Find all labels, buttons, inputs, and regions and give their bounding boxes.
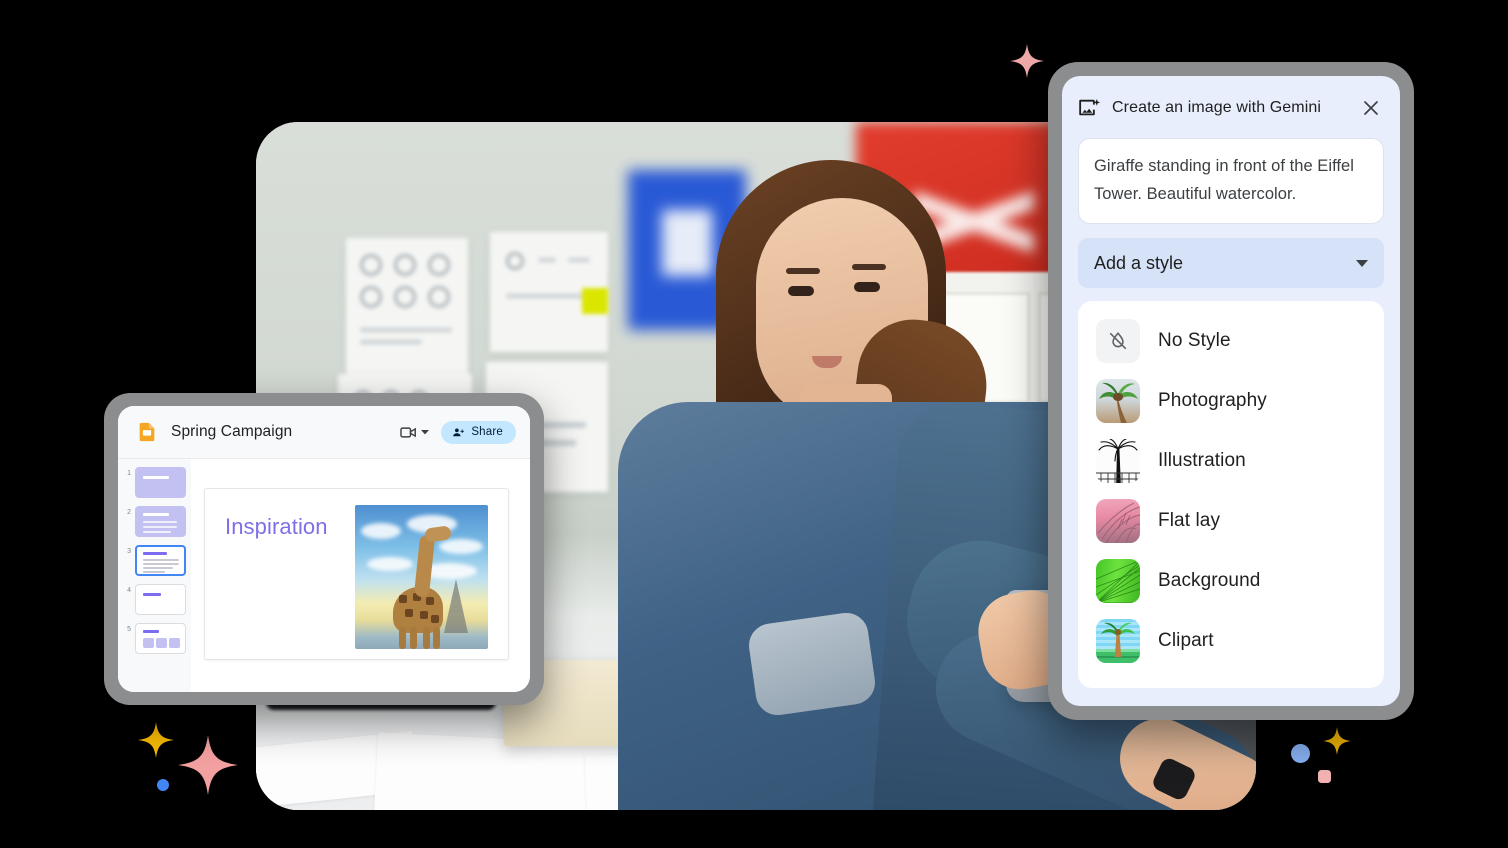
screenshot-stage: Spring Campaign Share 1 2 3 4 5 Inspirat… bbox=[0, 0, 1508, 848]
style-option-label: Background bbox=[1158, 570, 1261, 591]
blue-dot-right bbox=[1291, 744, 1310, 763]
gemini-panel-header: Create an image with Gemini bbox=[1078, 92, 1384, 124]
chevron-down-icon bbox=[1356, 259, 1368, 267]
palm-line-art-icon bbox=[1096, 439, 1140, 483]
slides-titlebar: Spring Campaign Share bbox=[118, 406, 530, 459]
slide-number: 2 bbox=[127, 509, 131, 516]
palm-clipart-icon bbox=[1096, 622, 1140, 663]
style-option-label: Illustration bbox=[1158, 450, 1246, 471]
filmstrip-slide-4[interactable]: 4 bbox=[118, 584, 186, 615]
style-option-illustration[interactable]: Illustration bbox=[1078, 431, 1384, 491]
present-button[interactable] bbox=[396, 420, 432, 445]
style-option-label: Clipart bbox=[1158, 630, 1214, 651]
gemini-image-panel: Create an image with Gemini Giraffe stan… bbox=[1048, 62, 1414, 720]
video-camera-icon bbox=[400, 426, 417, 438]
gemini-panel-title: Create an image with Gemini bbox=[1112, 99, 1322, 116]
style-option-background[interactable]: Background bbox=[1078, 551, 1384, 611]
slide-number: 5 bbox=[127, 626, 131, 633]
style-option-photography[interactable]: Photography bbox=[1078, 371, 1384, 431]
yellow-sparkle-left bbox=[138, 722, 174, 758]
slide-thumbnail[interactable] bbox=[135, 506, 186, 537]
add-a-style-label: Add a style bbox=[1094, 252, 1184, 273]
flat-lay-swatch bbox=[1096, 499, 1140, 543]
pink-sparkle-top bbox=[1010, 44, 1044, 78]
slide-thumbnail[interactable] bbox=[135, 467, 186, 498]
style-option-label: Flat lay bbox=[1158, 510, 1221, 531]
pink-sparkle-left-large bbox=[178, 735, 238, 795]
add-a-style-dropdown[interactable]: Add a style bbox=[1078, 238, 1384, 288]
filmstrip-slide-5[interactable]: 5 bbox=[118, 623, 186, 654]
style-option-label: Photography bbox=[1158, 390, 1267, 411]
filmstrip-slide-1[interactable]: 1 bbox=[118, 467, 186, 498]
water-drop-off-icon bbox=[1109, 331, 1127, 350]
prompt-input[interactable]: Giraffe standing in front of the Eiffel … bbox=[1078, 138, 1384, 224]
slide-canvas[interactable]: Inspiration bbox=[204, 487, 509, 660]
slide-thumbnail[interactable] bbox=[135, 623, 186, 654]
chevron-down-icon bbox=[421, 430, 430, 435]
slide-thumbnail-selected[interactable] bbox=[135, 545, 186, 576]
slide-number: 1 bbox=[127, 470, 131, 477]
generated-image[interactable] bbox=[355, 504, 488, 649]
slide-filmstrip[interactable]: 1 2 3 4 5 bbox=[118, 459, 191, 692]
slide-title-text[interactable]: Inspiration bbox=[225, 514, 328, 540]
illustration-swatch bbox=[1096, 439, 1140, 483]
document-title[interactable]: Spring Campaign bbox=[171, 423, 292, 441]
pink-dot-right bbox=[1318, 770, 1331, 783]
clipart-swatch bbox=[1096, 619, 1140, 663]
filmstrip-slide-3[interactable]: 3 bbox=[118, 545, 186, 576]
style-option-flat-lay[interactable]: Flat lay bbox=[1078, 491, 1384, 551]
share-button[interactable]: Share bbox=[441, 420, 516, 444]
google-slides-icon bbox=[139, 422, 155, 442]
image-sparkle-icon bbox=[1079, 98, 1101, 115]
style-options-list[interactable]: No Style Photography Illustration Flat l… bbox=[1078, 301, 1384, 688]
style-option-clipart[interactable]: Clipart bbox=[1078, 611, 1384, 671]
photography-swatch bbox=[1096, 379, 1140, 423]
person-add-icon bbox=[453, 427, 465, 436]
close-icon bbox=[1364, 101, 1378, 115]
background-swatch bbox=[1096, 559, 1140, 603]
style-option-label: No Style bbox=[1158, 330, 1231, 351]
slides-window: Spring Campaign Share 1 2 3 4 5 Inspirat… bbox=[104, 393, 544, 705]
slide-number: 3 bbox=[127, 548, 131, 555]
share-label: Share bbox=[471, 426, 503, 438]
blue-dot-left bbox=[157, 779, 169, 791]
green-fan-leaf-icon bbox=[1096, 560, 1140, 603]
close-button[interactable] bbox=[1358, 95, 1384, 121]
no-style-swatch bbox=[1096, 319, 1140, 363]
pink-fronds-icon bbox=[1097, 502, 1140, 543]
style-option-no-style[interactable]: No Style bbox=[1078, 311, 1384, 371]
yellow-sparkle-right bbox=[1323, 727, 1351, 755]
filmstrip-slide-2[interactable]: 2 bbox=[118, 506, 186, 537]
slide-thumbnail[interactable] bbox=[135, 584, 186, 615]
palm-photo-icon bbox=[1099, 382, 1138, 423]
slide-number: 4 bbox=[127, 587, 131, 594]
